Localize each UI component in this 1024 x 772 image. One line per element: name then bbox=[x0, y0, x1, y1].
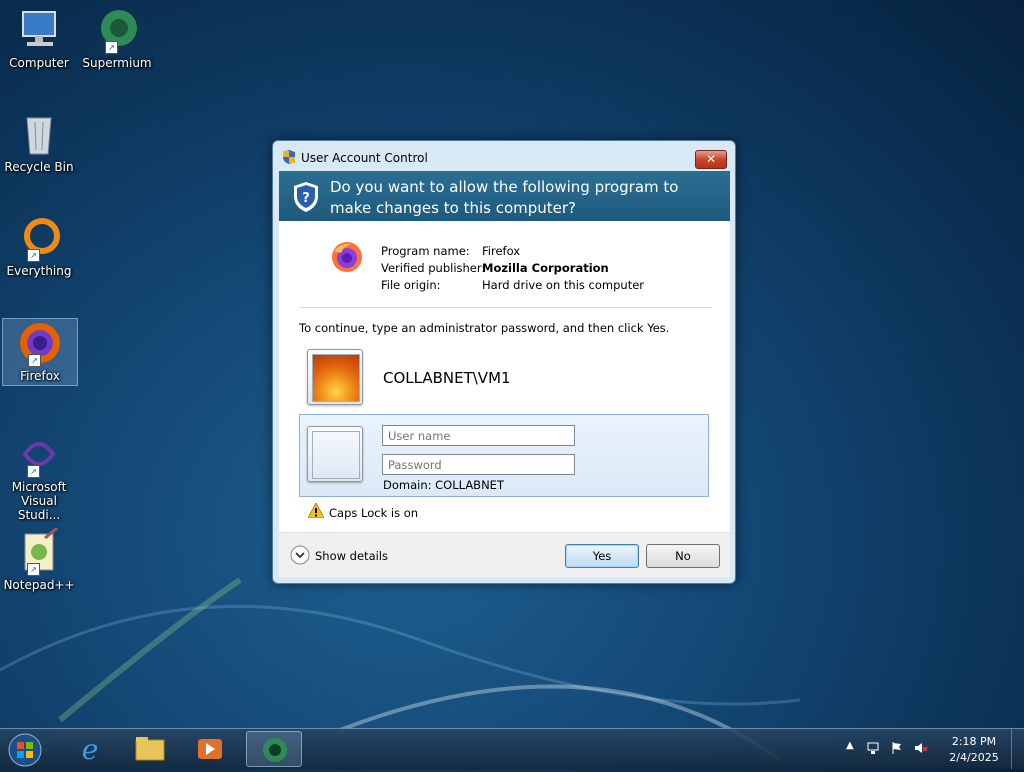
desktop-icon-visual-studio[interactable]: ↗ Microsoft Visual Studi... bbox=[2, 430, 76, 522]
visual-studio-icon: ↗ bbox=[15, 430, 63, 478]
computer-icon bbox=[15, 6, 63, 54]
shortcut-arrow-icon: ↗ bbox=[27, 563, 40, 576]
network-icon[interactable] bbox=[866, 741, 880, 755]
notepad-plus-plus-icon: ↗ bbox=[15, 526, 63, 576]
taskbar-file-explorer[interactable] bbox=[122, 731, 178, 767]
supermium-icon: ↗ bbox=[93, 6, 141, 54]
publisher-value: Mozilla Corporation bbox=[482, 261, 609, 275]
shortcut-arrow-icon: ↗ bbox=[105, 41, 118, 54]
desktop-icon-recycle-bin[interactable]: Recycle Bin bbox=[2, 110, 76, 174]
shortcut-arrow-icon: ↗ bbox=[28, 354, 41, 367]
yes-button[interactable]: Yes bbox=[565, 544, 639, 568]
blank-user-tile bbox=[307, 426, 363, 482]
close-button[interactable]: ✕ bbox=[695, 150, 727, 169]
taskbar-media-player[interactable] bbox=[182, 731, 238, 767]
dialog-content: Program name: Firefox Verified publisher… bbox=[279, 221, 730, 532]
clock-date: 2/4/2025 bbox=[949, 751, 999, 764]
credential-box[interactable]: Domain: COLLABNET bbox=[299, 414, 709, 497]
taskbar: e ▲ 2:18 PM 2/4/2025 bbox=[0, 728, 1024, 769]
uac-dialog: User Account Control ✕ ? Do you want to … bbox=[272, 140, 736, 584]
clock-time: 2:18 PM bbox=[951, 735, 997, 748]
domain-text: Domain: COLLABNET bbox=[383, 478, 504, 492]
everything-icon: ↗ bbox=[15, 214, 63, 262]
folder-icon bbox=[135, 737, 165, 761]
start-button[interactable] bbox=[6, 731, 44, 769]
desktop-icon-supermium[interactable]: ↗ Supermium bbox=[80, 6, 154, 70]
tray-expand-icon[interactable]: ▲ bbox=[846, 740, 854, 751]
file-origin-value: Hard drive on this computer bbox=[482, 278, 645, 292]
media-player-icon bbox=[198, 739, 222, 759]
show-desktop-button[interactable] bbox=[1011, 729, 1024, 769]
uac-shield-icon bbox=[283, 150, 295, 164]
account-tile[interactable] bbox=[307, 349, 363, 405]
action-center-flag-icon[interactable] bbox=[890, 741, 904, 755]
desktop-icon-label: Recycle Bin bbox=[4, 160, 74, 174]
volume-muted-icon[interactable] bbox=[914, 741, 928, 755]
desktop-icon-notepad-plus-plus[interactable]: ↗ Notepad++ bbox=[2, 526, 76, 592]
desktop-icon-computer[interactable]: Computer bbox=[2, 6, 76, 70]
file-origin-label: File origin: bbox=[381, 278, 441, 292]
uac-banner: ? Do you want to allow the following pro… bbox=[279, 171, 730, 221]
shortcut-arrow-icon: ↗ bbox=[27, 249, 40, 262]
warning-icon bbox=[308, 503, 324, 518]
recycle-bin-icon bbox=[15, 110, 63, 158]
uac-shield-icon: ? bbox=[294, 182, 318, 212]
svg-text:e: e bbox=[82, 733, 99, 766]
program-name-label: Program name: bbox=[381, 244, 470, 258]
internet-explorer-icon: e bbox=[82, 733, 99, 766]
dialog-titlebar[interactable]: User Account Control ✕ bbox=[273, 141, 735, 171]
show-details-link[interactable]: Show details bbox=[315, 549, 388, 563]
publisher-label: Verified publisher: bbox=[381, 261, 486, 275]
desktop-icon-everything[interactable]: ↗ Everything bbox=[2, 214, 76, 278]
supermium-icon bbox=[263, 738, 287, 762]
no-button[interactable]: No bbox=[646, 544, 720, 568]
instruction-text: To continue, type an administrator passw… bbox=[299, 321, 670, 335]
desktop-icon-label: Computer bbox=[9, 56, 69, 70]
desktop-icon-label: Everything bbox=[6, 264, 72, 278]
desktop-icon-label: Microsoft Visual Studi... bbox=[11, 480, 67, 522]
caps-lock-warning: Caps Lock is on bbox=[329, 506, 419, 520]
desktop-icon-label: Notepad++ bbox=[3, 578, 75, 592]
desktop-icon-label: Supermium bbox=[82, 56, 152, 70]
desktop-icon-firefox[interactable]: ↗ Firefox bbox=[2, 318, 78, 386]
dialog-footer: Show details Yes No bbox=[279, 532, 730, 577]
username-input[interactable] bbox=[382, 425, 575, 446]
dialog-title: User Account Control bbox=[301, 151, 428, 165]
account-avatar bbox=[312, 354, 360, 402]
firefox-icon: ↗ bbox=[16, 319, 64, 367]
svg-text:?: ? bbox=[302, 191, 310, 206]
desktop-icon-label: Firefox bbox=[20, 369, 60, 383]
divider bbox=[299, 307, 712, 308]
account-name: COLLABNET\VM1 bbox=[383, 369, 511, 387]
system-clock[interactable]: 2:18 PM 2/4/2025 bbox=[944, 734, 1004, 766]
program-name-value: Firefox bbox=[482, 244, 521, 258]
chevron-down-icon[interactable] bbox=[290, 545, 310, 565]
password-input[interactable] bbox=[382, 454, 575, 475]
firefox-icon bbox=[332, 242, 362, 272]
shortcut-arrow-icon: ↗ bbox=[27, 465, 40, 478]
uac-question: Do you want to allow the following progr… bbox=[330, 178, 679, 217]
taskbar-internet-explorer[interactable]: e bbox=[62, 731, 118, 767]
taskbar-supermium[interactable] bbox=[246, 731, 302, 767]
